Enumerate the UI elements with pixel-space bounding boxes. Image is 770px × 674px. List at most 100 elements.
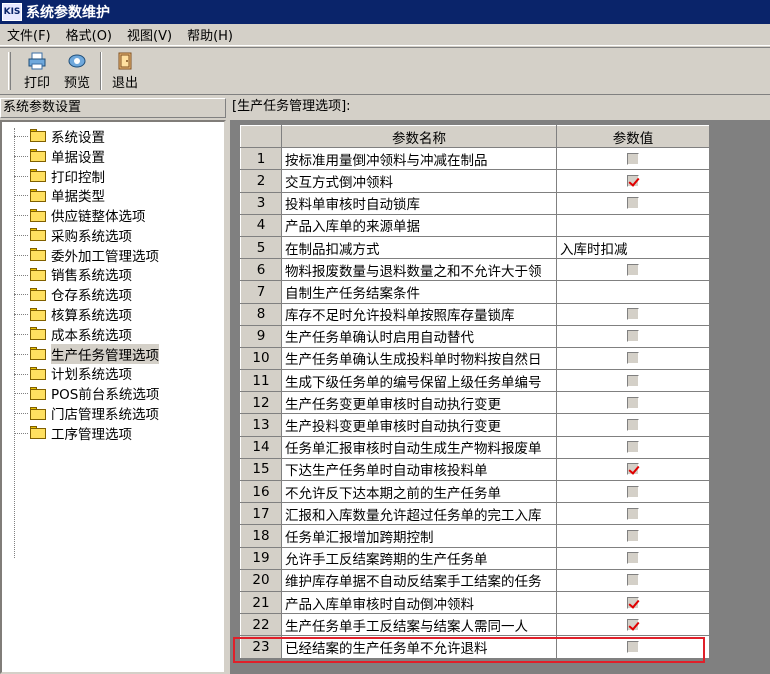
parameter-checkbox[interactable]: [627, 574, 639, 587]
parameter-checkbox[interactable]: [627, 507, 639, 520]
menu-format[interactable]: 格式(O): [59, 25, 120, 44]
tree-item-label: 系统设置: [51, 129, 105, 146]
print-button[interactable]: 打印: [17, 48, 57, 94]
preview-button[interactable]: 预览: [57, 48, 97, 94]
tree-item[interactable]: POS前台系统选项: [2, 383, 224, 403]
parameter-value-cell[interactable]: [556, 590, 710, 615]
tree-item-label: 委外加工管理选项: [51, 248, 159, 265]
tree-item[interactable]: 采购系统选项: [2, 225, 224, 245]
parameter-value-cell[interactable]: 入库时扣减: [556, 235, 710, 260]
parameter-value-cell[interactable]: [556, 457, 710, 482]
parameter-checkbox[interactable]: [627, 374, 639, 387]
tree-item[interactable]: 计划系统选项: [2, 364, 224, 383]
toolbar-grip[interactable]: [8, 52, 11, 90]
parameter-checkbox[interactable]: [627, 152, 639, 165]
parameter-checkbox[interactable]: [627, 463, 639, 476]
row-number: 6: [240, 258, 282, 282]
table-row[interactable]: 9 生产任务单确认时启用自动替代: [240, 324, 710, 348]
row-number: 11: [240, 369, 282, 393]
tree-item[interactable]: 成本系统选项: [2, 324, 224, 344]
tree-item[interactable]: 系统设置: [2, 126, 224, 146]
tree-item[interactable]: 仓存系统选项: [2, 284, 224, 304]
tree-item[interactable]: 单据类型: [2, 185, 224, 205]
parameter-checkbox[interactable]: [627, 330, 639, 343]
tree-item[interactable]: 门店管理系统选项: [2, 403, 224, 423]
exit-button[interactable]: 退出: [105, 48, 145, 94]
parameter-checkbox[interactable]: [627, 197, 639, 210]
parameter-value-cell[interactable]: [556, 280, 710, 304]
table-row[interactable]: 2 交互方式倒冲领料: [240, 169, 710, 193]
parameter-checkbox[interactable]: [627, 640, 639, 653]
parameter-value-cell[interactable]: [556, 502, 710, 526]
parameter-value-cell[interactable]: [556, 191, 710, 215]
parameter-value-cell[interactable]: [556, 346, 710, 371]
tree-connector: [14, 254, 28, 256]
parameter-value-cell[interactable]: [556, 302, 710, 326]
table-row[interactable]: 17 汇报和入库数量允许超过任务单的完工入库: [240, 502, 710, 526]
parameter-value-cell[interactable]: [556, 613, 710, 637]
parameter-value-cell[interactable]: [556, 147, 710, 171]
column-header-name[interactable]: 参数名称: [281, 124, 557, 149]
menu-view[interactable]: 视图(V): [120, 25, 180, 44]
tree-item[interactable]: 供应链整体选项: [2, 205, 224, 225]
column-header-value[interactable]: 参数值: [556, 124, 710, 149]
tree-connector: [14, 175, 28, 177]
table-row[interactable]: 6 物料报废数量与退料数量之和不允许大于领: [240, 258, 710, 282]
parameter-value-cell[interactable]: [556, 258, 710, 282]
parameter-checkbox[interactable]: [627, 352, 639, 365]
table-row[interactable]: 10 生产任务单确认生成投料单时物料按自然日: [240, 346, 710, 371]
parameter-checkbox[interactable]: [627, 552, 639, 565]
table-row[interactable]: 1 按标准用量倒冲领料与冲减在制品: [240, 147, 710, 171]
parameter-checkbox[interactable]: [627, 419, 639, 432]
table-row[interactable]: 12 生产任务变更单审核时自动执行变更: [240, 391, 710, 415]
table-row[interactable]: 16 不允许反下达本期之前的生产任务单: [240, 479, 710, 504]
parameter-value-cell[interactable]: [556, 435, 710, 459]
table-row[interactable]: 4 产品入库单的来源单据: [240, 213, 710, 237]
parameter-checkbox[interactable]: [627, 308, 639, 321]
table-row[interactable]: 13 生产投料变更单审核时自动执行变更: [240, 413, 710, 437]
parameter-value-cell[interactable]: [556, 635, 710, 659]
settings-tree[interactable]: 系统设置 单据设置 打印控制 单据类型 供应链整体选项 采购系统选项委外加工管理选项 销售系…: [0, 120, 226, 674]
table-row[interactable]: 8 库存不足时允许投料单按照库存量锁库: [240, 302, 710, 326]
table-row[interactable]: 15 下达生产任务单时自动审核投料单: [240, 457, 710, 482]
tree-item[interactable]: 单据设置: [2, 146, 224, 166]
parameter-value-cell[interactable]: [556, 391, 710, 415]
table-row[interactable]: 7 自制生产任务结案条件: [240, 280, 710, 304]
parameter-value-cell[interactable]: [556, 568, 710, 592]
menu-file[interactable]: 文件(F): [0, 25, 59, 44]
tree-item[interactable]: 核算系统选项: [2, 304, 224, 324]
tree-item[interactable]: 打印控制: [2, 166, 224, 186]
table-row[interactable]: 19 允许手工反结案跨期的生产任务单: [240, 546, 710, 570]
table-row[interactable]: 11 生成下级任务单的编号保留上级任务单编号: [240, 369, 710, 393]
table-row[interactable]: 20 维护库存单据不自动反结案手工结案的任务: [240, 568, 710, 592]
tree-item[interactable]: 委外加工管理选项: [2, 245, 224, 265]
parameter-value-cell[interactable]: [556, 479, 710, 504]
tree-item[interactable]: 销售系统选项: [2, 265, 224, 284]
parameter-checkbox[interactable]: [627, 441, 639, 454]
table-row[interactable]: 22 生产任务单手工反结案与结案人需同一人: [240, 613, 710, 637]
parameter-value-cell[interactable]: [556, 213, 710, 237]
parameter-checkbox[interactable]: [627, 529, 639, 542]
parameter-checkbox[interactable]: [627, 396, 639, 409]
parameter-value-cell[interactable]: [556, 524, 710, 548]
table-row[interactable]: 14 任务单汇报审核时自动生成生产物料报废单: [240, 435, 710, 459]
parameter-checkbox[interactable]: [627, 263, 639, 276]
tree-item[interactable]: 生产任务管理选项: [2, 343, 224, 364]
parameter-checkbox[interactable]: [627, 174, 639, 187]
table-row[interactable]: 23 已经结案的生产任务单不允许退料: [240, 635, 710, 659]
parameter-checkbox[interactable]: [627, 618, 639, 631]
parameter-value-cell[interactable]: [556, 546, 710, 570]
parameter-checkbox[interactable]: [627, 485, 639, 498]
tree-item[interactable]: 工序管理选项: [2, 423, 224, 443]
tree-connector: [14, 155, 28, 157]
table-row[interactable]: 21 产品入库单审核时自动倒冲领料: [240, 590, 710, 615]
table-row[interactable]: 3 投料单审核时自动锁库: [240, 191, 710, 215]
parameter-checkbox[interactable]: [627, 596, 639, 609]
table-row[interactable]: 5 在制品扣减方式 入库时扣减: [240, 235, 710, 260]
menu-help[interactable]: 帮助(H): [180, 25, 241, 44]
parameter-value-cell[interactable]: [556, 413, 710, 437]
table-row[interactable]: 18 任务单汇报增加跨期控制: [240, 524, 710, 548]
parameter-value-cell[interactable]: [556, 169, 710, 193]
parameter-value-cell[interactable]: [556, 324, 710, 348]
parameter-value-cell[interactable]: [556, 369, 710, 393]
